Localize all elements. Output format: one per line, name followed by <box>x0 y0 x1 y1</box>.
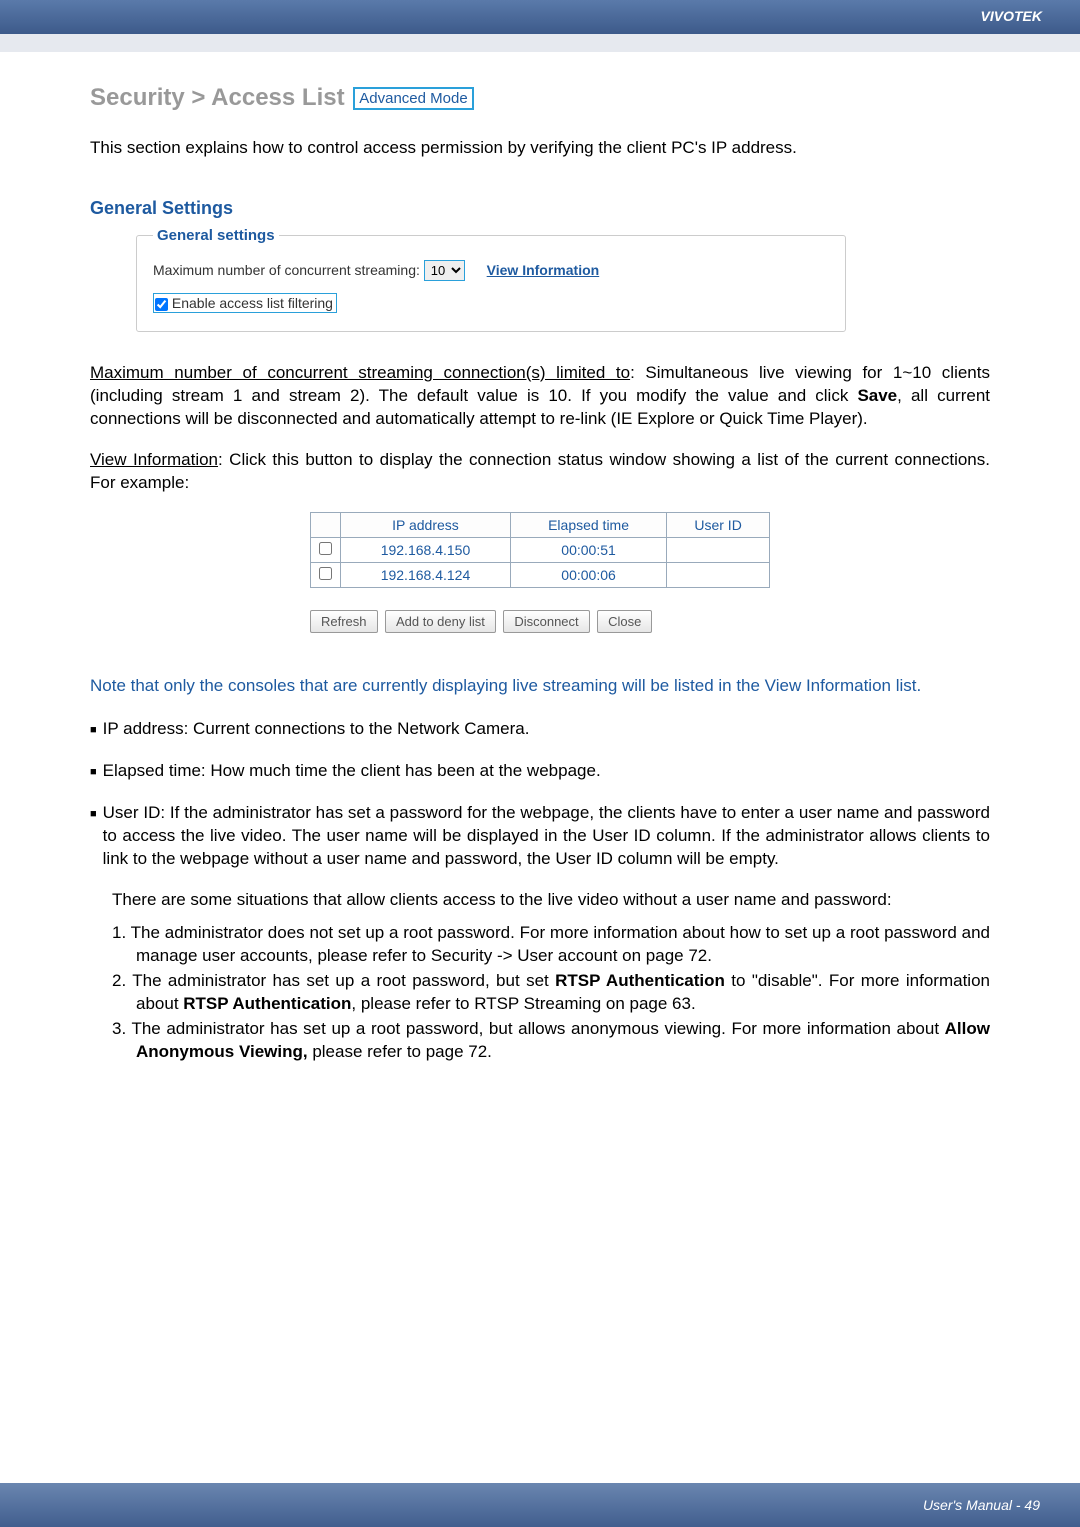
general-settings-legend: General settings <box>153 227 279 244</box>
enable-filtering-wrap[interactable]: Enable access list filtering <box>153 293 337 313</box>
enable-filtering-checkbox[interactable] <box>155 298 168 311</box>
col-check <box>311 513 341 538</box>
bullet-userid-text: User ID: If the administrator has set a … <box>103 802 990 871</box>
row-checkbox[interactable] <box>319 542 332 555</box>
enable-filtering-label: Enable access list filtering <box>172 295 333 311</box>
list-item: 3. The administrator has set up a root p… <box>112 1018 990 1064</box>
connections-panel: IP address Elapsed time User ID 192.168.… <box>310 512 770 633</box>
page-title: Security > Access List Advanced Mode <box>90 84 990 112</box>
close-button[interactable]: Close <box>597 610 652 633</box>
general-settings-heading: General Settings <box>90 198 990 219</box>
refresh-button[interactable]: Refresh <box>310 610 378 633</box>
page-content: Security > Access List Advanced Mode Thi… <box>0 52 1080 1492</box>
table-header-row: IP address Elapsed time User ID <box>311 513 770 538</box>
cell-time: 00:00:51 <box>510 538 666 563</box>
bullet-ip-text: IP address: Current connections to the N… <box>103 718 990 742</box>
cell-user <box>667 538 770 563</box>
bullet-ip-address: ■ IP address: Current connections to the… <box>90 718 990 742</box>
para-viewinfo-rest: : Click this button to display the conne… <box>90 450 990 492</box>
para-max-streaming: Maximum number of concurrent streaming c… <box>90 362 990 431</box>
table-row: 192.168.4.150 00:00:51 <box>311 538 770 563</box>
cell-time: 00:00:06 <box>510 563 666 588</box>
bullet-elapsed-text: Elapsed time: How much time the client h… <box>103 760 990 784</box>
sub-header-bar <box>0 34 1080 52</box>
para-max-underline: Maximum number of concurrent streaming c… <box>90 363 630 382</box>
bullet-elapsed: ■ Elapsed time: How much time the client… <box>90 760 990 784</box>
max-streaming-select[interactable]: 10 <box>424 260 465 281</box>
cell-ip: 192.168.4.150 <box>341 538 511 563</box>
bullet-icon: ■ <box>90 718 97 742</box>
brand-text: VIVOTEK <box>981 8 1042 24</box>
footer-text: User's Manual - 49 <box>923 1497 1040 1513</box>
col-elapsed: Elapsed time <box>510 513 666 538</box>
cell-ip: 192.168.4.124 <box>341 563 511 588</box>
intro-paragraph: This section explains how to control acc… <box>90 136 990 160</box>
row-checkbox[interactable] <box>319 567 332 580</box>
disconnect-button[interactable]: Disconnect <box>503 610 589 633</box>
bullet-icon: ■ <box>90 802 97 871</box>
max-streaming-label: Maximum number of concurrent streaming: <box>153 262 420 278</box>
situations-intro: There are some situations that allow cli… <box>112 889 990 912</box>
footer-bar: User's Manual - 49 <box>0 1483 1080 1527</box>
bullet-userid: ■ User ID: If the administrator has set … <box>90 802 990 871</box>
numbered-list: 1. The administrator does not set up a r… <box>112 922 990 1064</box>
para-viewinfo-underline: View Information <box>90 450 218 469</box>
list-item: 2. The administrator has set up a root p… <box>112 970 990 1016</box>
connections-table: IP address Elapsed time User ID 192.168.… <box>310 512 770 588</box>
table-row: 192.168.4.124 00:00:06 <box>311 563 770 588</box>
list-item: 1. The administrator does not set up a r… <box>112 922 990 968</box>
brand-header: VIVOTEK <box>0 0 1080 34</box>
note-consoles: Note that only the consoles that are cur… <box>90 675 990 698</box>
para-view-information: View Information: Click this button to d… <box>90 449 990 495</box>
col-userid: User ID <box>667 513 770 538</box>
page-title-text: Security > Access List <box>90 84 345 111</box>
cell-user <box>667 563 770 588</box>
view-information-link[interactable]: View Information <box>487 262 600 278</box>
general-settings-fieldset: General settings Maximum number of concu… <box>136 227 846 332</box>
advanced-mode-badge: Advanced Mode <box>353 87 473 110</box>
bullet-icon: ■ <box>90 760 97 784</box>
buttons-row: Refresh Add to deny list Disconnect Clos… <box>310 610 770 633</box>
col-ip: IP address <box>341 513 511 538</box>
add-to-deny-button[interactable]: Add to deny list <box>385 610 496 633</box>
